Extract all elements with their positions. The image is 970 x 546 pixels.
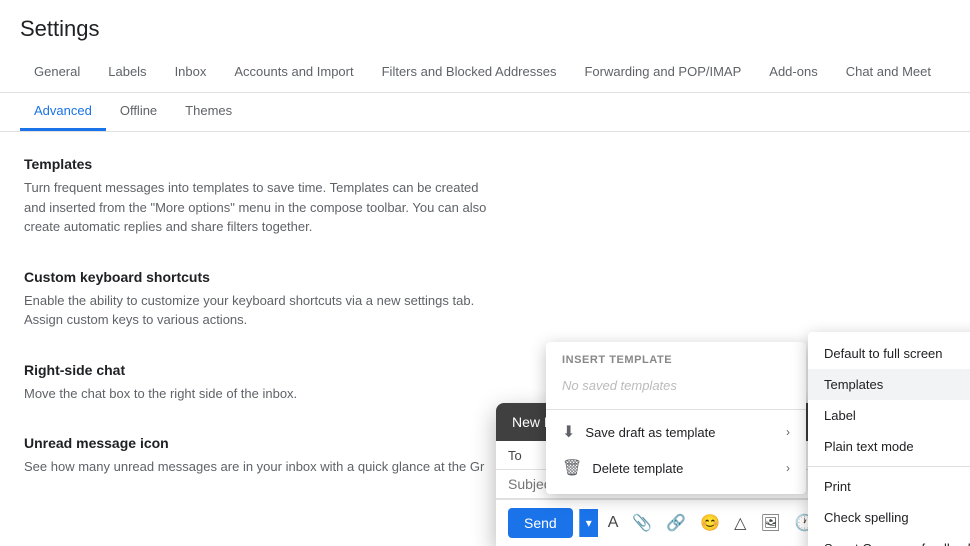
ctx-label-label: Label [824,408,856,423]
section-templates: Templates Turn frequent messages into te… [24,156,496,237]
ctx-print[interactable]: Print [808,471,970,502]
tab-chat[interactable]: Chat and Meet [832,54,945,92]
ctx-label[interactable]: Label › [808,400,970,431]
ctx-divider-1 [808,466,970,467]
formatting-icon[interactable]: A [604,510,623,536]
section-templates-title: Templates [24,156,496,172]
tab-filters[interactable]: Filters and Blocked Addresses [368,54,571,92]
tab-general[interactable]: General [20,54,94,92]
attach-icon[interactable]: 📎 [628,509,656,537]
ctx-fullscreen[interactable]: Default to full screen [808,338,970,369]
section-rightchat: Right-side chat Move the chat box to the… [24,362,496,404]
main-content: Templates Turn frequent messages into te… [0,132,520,533]
insert-template-label: INSERT TEMPLATE [546,350,806,374]
menu-divider-1 [546,409,806,410]
ctx-plaintext-label: Plain text mode [824,439,914,454]
save-draft-template-item[interactable]: ⬇ Save draft as template › [546,414,806,450]
ctx-smartcompose-label: Smart Compose feedback [824,541,970,546]
emoji-icon[interactable]: 😊 [696,509,724,537]
section-unread-desc: See how many unread messages are in your… [24,457,496,477]
insert-template-menu: INSERT TEMPLATE No saved templates ⬇ Sav… [546,342,806,494]
send-arrow-button[interactable]: ▾ [579,509,598,537]
ctx-templates[interactable]: Templates › [808,369,970,400]
ctx-plaintext[interactable]: Plain text mode [808,431,970,462]
tab-labels[interactable]: Labels [94,54,160,92]
delete-template-icon: 🗑 [562,458,582,478]
context-menu: Default to full screen Templates › Label… [808,332,970,546]
sub-tabs: Advanced Offline Themes [0,93,970,132]
section-unread: Unread message icon See how many unread … [24,435,496,477]
delete-template-arrow-icon: › [786,461,790,475]
sub-tab-offline[interactable]: Offline [106,93,171,131]
page-title: Settings [20,16,950,42]
sub-tab-themes[interactable]: Themes [171,93,246,131]
ctx-smartcompose[interactable]: Smart Compose feedback [808,533,970,546]
delete-template-item[interactable]: 🗑 Delete template › [546,450,806,486]
section-keyboard: Custom keyboard shortcuts Enable the abi… [24,269,496,330]
ctx-spellcheck[interactable]: Check spelling [808,502,970,533]
section-unread-title: Unread message icon [24,435,496,451]
delete-template-label: Delete template [592,461,683,476]
send-button[interactable]: Send [508,508,573,538]
section-rightchat-desc: Move the chat box to the right side of t… [24,384,496,404]
ctx-templates-label: Templates [824,377,883,392]
tab-forwarding[interactable]: Forwarding and POP/IMAP [570,54,755,92]
section-rightchat-title: Right-side chat [24,362,496,378]
save-draft-icon: ⬇ [562,422,575,442]
section-keyboard-title: Custom keyboard shortcuts [24,269,496,285]
no-templates-text: No saved templates [546,374,806,405]
tab-accounts[interactable]: Accounts and Import [220,54,367,92]
main-nav: General Labels Inbox Accounts and Import… [20,54,950,92]
section-keyboard-desc: Enable the ability to customize your key… [24,291,496,330]
ctx-fullscreen-label: Default to full screen [824,346,943,361]
save-draft-label: Save draft as template [585,425,715,440]
compose-window: New Message − ⤢ To Cc Bcc INSERT TEMPLAT… [496,403,946,546]
photo-icon[interactable]: 🖼 [756,509,784,537]
section-templates-desc: Turn frequent messages into templates to… [24,178,496,237]
settings-header: Settings General Labels Inbox Accounts a… [0,0,970,93]
tab-addons[interactable]: Add-ons [755,54,831,92]
to-label: To [508,448,548,463]
link-icon[interactable]: 🔗 [662,509,690,537]
ctx-spellcheck-label: Check spelling [824,510,909,525]
save-draft-arrow-icon: › [786,425,790,439]
ctx-print-label: Print [824,479,851,494]
drive-icon[interactable]: △ [730,509,750,537]
tab-inbox[interactable]: Inbox [161,54,221,92]
sub-tab-advanced[interactable]: Advanced [20,93,106,131]
